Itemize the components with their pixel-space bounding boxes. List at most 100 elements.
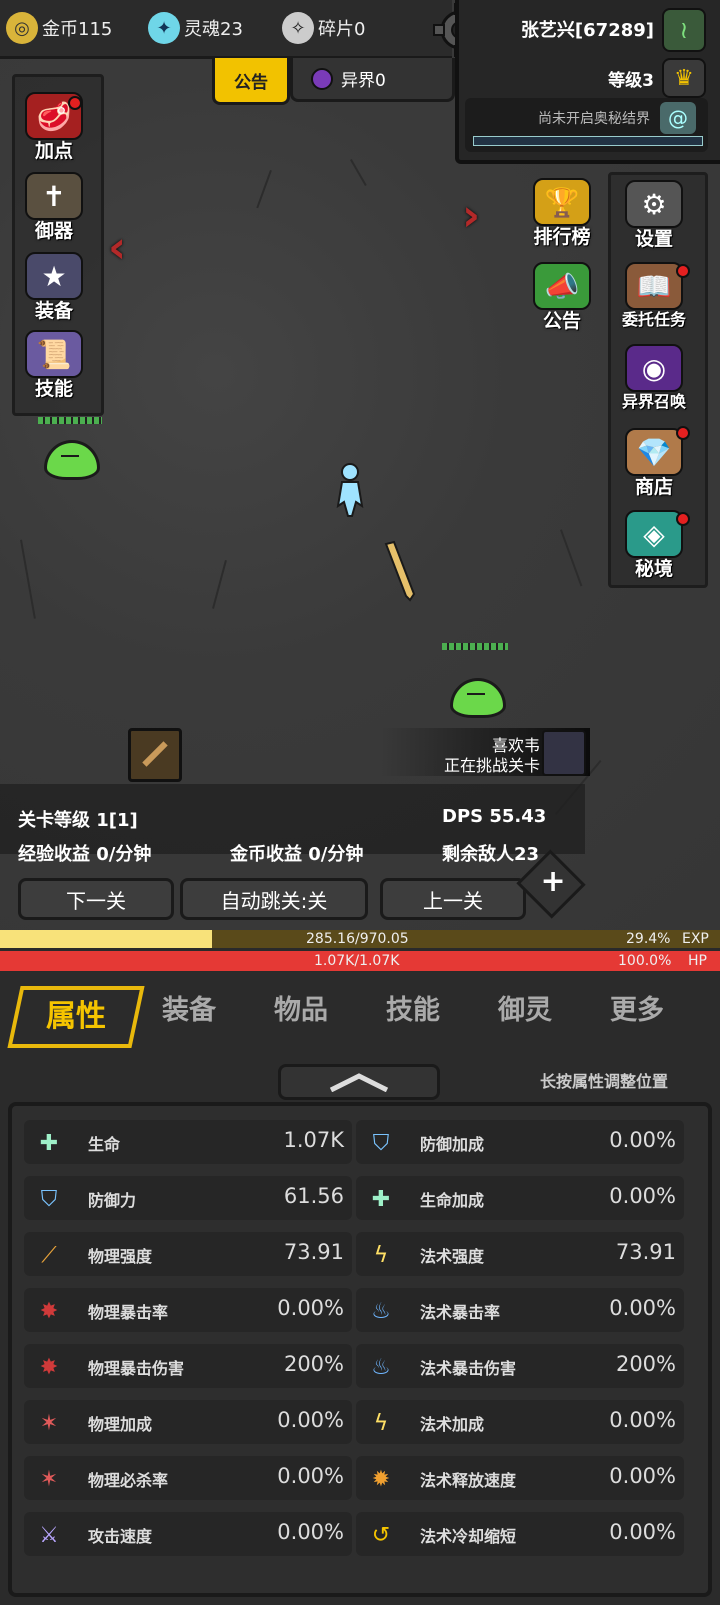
attribute-row[interactable]: ϟ 法术强度 73.91 [356, 1232, 684, 1276]
tab-more[interactable]: 更多 [610, 988, 664, 1027]
attribute-row[interactable]: ϟ 法术加成 0.00% [356, 1400, 684, 1444]
attribute-value: 61.56 [283, 1184, 344, 1208]
attribute-row[interactable]: ✶ 物理必杀率 0.00% [24, 1456, 352, 1500]
plus-icon: + [540, 863, 566, 899]
portal-icon [311, 67, 333, 90]
menu-equipment[interactable]: ★ 装备 [14, 252, 94, 323]
red-burst-icon: ✶ [39, 1466, 59, 1492]
exp-text: 285.16/970.05 [306, 931, 409, 947]
attribute-row[interactable]: ✶ 物理加成 0.00% [24, 1400, 352, 1444]
attribute-value: 0.00% [609, 1520, 676, 1544]
exp-rate: 经验收益 0/分钟 [18, 844, 152, 865]
attribute-row[interactable]: ⚔ 攻击速度 0.00% [24, 1512, 352, 1556]
attribute-row[interactable]: ♨ 法术暴击伤害 200% [356, 1344, 684, 1388]
attribute-row[interactable]: ⛉ 防御加成 0.00% [356, 1120, 684, 1164]
chevron-up-icon [329, 1073, 389, 1092]
blue-flame-icon: ♨ [371, 1298, 391, 1324]
menu-skills[interactable]: 📜 技能 [14, 330, 94, 401]
tab-skills[interactable]: 技能 [386, 988, 440, 1027]
menu-label: 公告 [542, 310, 581, 332]
shop-icon: 💎 [625, 428, 683, 476]
next-stage-button[interactable]: 下一关 [18, 878, 174, 920]
attribute-value: 0.00% [609, 1128, 676, 1152]
attribute-row[interactable]: ↺ 法术冷却缩短 0.00% [356, 1512, 684, 1556]
tab-label: 属性 [46, 999, 106, 1034]
menu-add-points[interactable]: 🥩 加点 [14, 92, 94, 163]
chevron-left-icon[interactable]: ‹ [108, 222, 126, 273]
secret-realm-panel[interactable]: 尚未开启奥秘结界 @ [465, 98, 708, 152]
secret-realm-progress [473, 136, 703, 146]
flying-sword [384, 540, 416, 602]
leaf-icon[interactable]: ≀ [662, 8, 706, 52]
red-claw-icon: ✸ [39, 1354, 59, 1380]
attribute-value: 0.00% [277, 1408, 344, 1432]
other-world-label: 异界0 [341, 71, 386, 91]
menu-other-summon[interactable]: ◉ 异界召唤 [614, 344, 694, 412]
attribute-name: 法术暴击率 [420, 1303, 501, 1322]
exp-bar-fill [0, 930, 212, 948]
shield-icon: ⛉ [40, 1186, 58, 1212]
tab-items[interactable]: 物品 [274, 988, 328, 1027]
attribute-value: 1.07K [283, 1128, 344, 1152]
book-icon: 📖 [625, 262, 683, 310]
sword-cross-icon: ✝ [25, 172, 83, 220]
exp-label: EXP [682, 931, 709, 947]
life-plus-icon: ✚ [371, 1186, 391, 1212]
attribute-name: 物理必杀率 [88, 1471, 169, 1490]
attribute-name: 攻击速度 [88, 1527, 153, 1546]
attribute-row[interactable]: ✚ 生命加成 0.00% [356, 1176, 684, 1220]
attribute-row[interactable]: ♨ 法术暴击率 0.00% [356, 1288, 684, 1332]
megaphone-icon: 📣 [533, 262, 591, 310]
soul-counter: ✦ 灵魂23 [148, 10, 243, 46]
menu-label: 委托任务 [621, 310, 686, 329]
dps-value: DPS 55.43 [442, 806, 547, 827]
attribute-value: 200% [615, 1352, 676, 1376]
gold-rate: 金币收益 0/分钟 [230, 844, 364, 865]
chevron-right-icon[interactable]: › [462, 190, 480, 241]
hp-percent: 100.0% [618, 953, 672, 969]
skill-slot[interactable] [128, 728, 182, 782]
remaining-enemies: 剩余敌人23 [442, 844, 540, 865]
player-character [336, 463, 364, 517]
spiral-icon: @ [660, 102, 696, 134]
hp-bar: 1.07K/1.07K 100.0% HP [0, 951, 720, 971]
challenger-notice: 喜欢韦 正在挑战关卡 [380, 728, 590, 776]
character-panel: 属性 装备 物品 技能 御灵 更多 长按属性调整位置 ✚ 生命 1.07K ⛉ 防御力 6… [0, 972, 720, 1605]
crown-icon[interactable]: ♛ [662, 58, 706, 98]
attribute-row[interactable]: ✸ 物理暴击率 0.00% [24, 1288, 352, 1332]
tab-spirit[interactable]: 御灵 [498, 988, 552, 1027]
hp-text: 1.07K/1.07K [314, 953, 400, 969]
notice-tab[interactable]: 公告 [212, 58, 290, 105]
attribute-row[interactable]: ⛉ 防御力 61.56 [24, 1176, 352, 1220]
tab-attributes[interactable]: 属性 [7, 986, 145, 1048]
attribute-name: 生命 [88, 1135, 121, 1154]
auto-skip-button[interactable]: 自动跳关:关 [180, 878, 368, 920]
blade-icon: ⟋ [41, 1242, 57, 1268]
attribute-value: 0.00% [609, 1184, 676, 1208]
attribute-row[interactable]: ⟋ 物理强度 73.91 [24, 1232, 352, 1276]
menu-label: 秘境 [634, 558, 673, 580]
attribute-row[interactable]: ✸ 物理暴击伤害 200% [24, 1344, 352, 1388]
hp-label: HP [688, 953, 707, 969]
stage-level: 关卡等级 1[1] [18, 810, 138, 831]
scroll-icon: 📜 [25, 330, 83, 378]
menu-label: 装备 [34, 300, 73, 322]
panel-tabs: 属性 装备 物品 技能 御灵 更多 [0, 972, 720, 1052]
menu-weapon-control[interactable]: ✝ 御器 [14, 172, 94, 243]
prev-stage-button[interactable]: 上一关 [380, 878, 526, 920]
player-name: 张艺兴[67289] [520, 20, 654, 41]
other-world-tab[interactable]: 异界0 [290, 58, 455, 102]
attribute-row[interactable]: ✹ 法术释放速度 0.00% [356, 1456, 684, 1500]
tab-equipment[interactable]: 装备 [162, 988, 216, 1027]
attribute-name: 防御力 [88, 1191, 137, 1210]
shield-star-icon: ★ [25, 252, 83, 300]
menu-announcement[interactable]: 📣 公告 [522, 262, 602, 333]
menu-leaderboard[interactable]: 🏆 排行榜 [522, 178, 602, 249]
attribute-row[interactable]: ✚ 生命 1.07K [24, 1120, 352, 1164]
notification-dot [676, 512, 690, 526]
collapse-button[interactable] [278, 1064, 440, 1100]
notification-dot [676, 264, 690, 278]
shard-icon: ✧ [282, 12, 314, 44]
trophy-icon: 🏆 [533, 178, 591, 226]
menu-settings[interactable]: ⚙ 设置 [614, 180, 694, 251]
